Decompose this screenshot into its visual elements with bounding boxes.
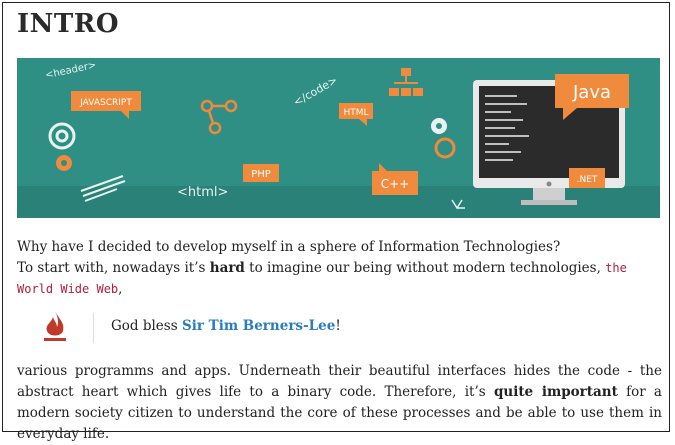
javascript-bubble: JAVASCRIPT bbox=[71, 91, 141, 119]
small-gear-icon bbox=[56, 155, 72, 171]
quote-block: God bless Sir Tim Berners-Lee! bbox=[31, 303, 631, 353]
flame-icon bbox=[44, 311, 66, 341]
net-label: .NET bbox=[577, 175, 598, 185]
page-title: INTRO bbox=[17, 9, 120, 39]
javascript-label: JAVASCRIPT bbox=[79, 98, 132, 108]
html-bubble: HTML bbox=[339, 103, 373, 126]
php-bubble: PHP bbox=[243, 164, 279, 182]
intro-line-2-suffix: to imagine our being without modern tech… bbox=[244, 260, 606, 276]
java-label: Java bbox=[572, 82, 611, 103]
quote-suffix: ! bbox=[335, 318, 341, 334]
body-paragraph: various programms and apps. Underneath t… bbox=[17, 361, 662, 445]
intro-comma: , bbox=[118, 281, 123, 297]
it-banner-image: <header> JAVASCRIPT PHP <html> </code> H… bbox=[17, 58, 660, 218]
intro-line-1: Why have I decided to develop myself in … bbox=[17, 239, 561, 255]
php-label: PHP bbox=[251, 169, 271, 180]
intro-line-2-prefix: To start with, nowadays it’s bbox=[17, 260, 210, 276]
quote-divider bbox=[93, 313, 94, 343]
sitemap-icon bbox=[389, 68, 423, 96]
code-tag-label: </code> bbox=[291, 73, 340, 109]
html-tag-label: <html> bbox=[177, 185, 228, 200]
cpp-label: C++ bbox=[381, 177, 410, 191]
gear-icon bbox=[48, 122, 76, 150]
header-tag-label: <header> bbox=[44, 60, 97, 82]
share-nodes-icon bbox=[200, 99, 238, 135]
intro-section: INTRO <header> JAVASCRIPT PHP <html> </c… bbox=[2, 2, 670, 442]
quote-text: God bless Sir Tim Berners-Lee! bbox=[111, 318, 341, 334]
emphasis-quite-important: quite important bbox=[493, 384, 618, 400]
net-bubble: .NET bbox=[569, 168, 605, 188]
html-label: HTML bbox=[343, 108, 368, 118]
tim-berners-lee-name: Sir Tim Berners-Lee bbox=[181, 318, 336, 334]
settings-gear-icon bbox=[431, 118, 456, 159]
quote-prefix: God bless bbox=[111, 318, 182, 334]
intro-paragraph: Why have I decided to develop myself in … bbox=[17, 237, 662, 300]
cpp-bubble: C++ bbox=[372, 163, 418, 195]
emphasis-hard: hard bbox=[209, 260, 245, 276]
